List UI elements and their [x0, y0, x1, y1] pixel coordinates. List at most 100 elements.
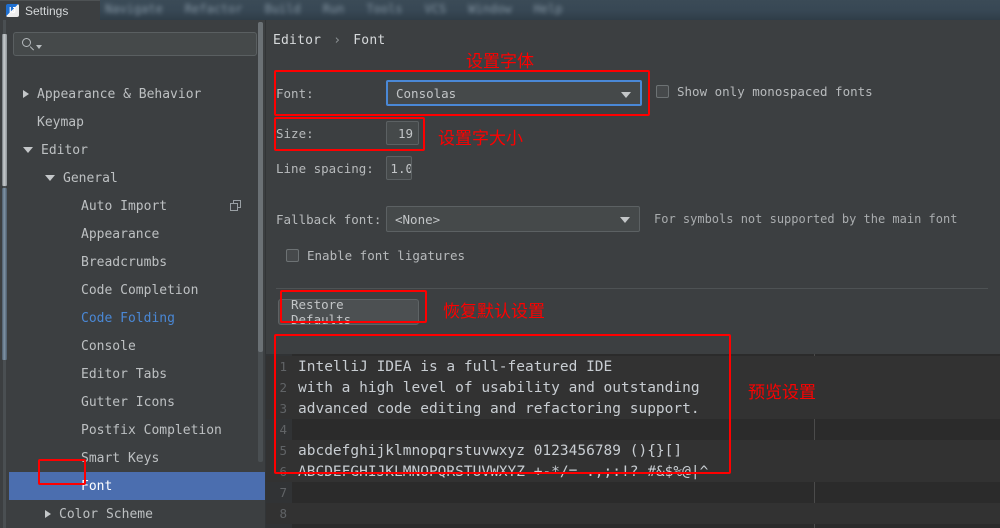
font-settings-panel: Editor › Font Font: Consolas Show only m…	[266, 20, 1000, 528]
sidebar-item-label: Console	[81, 338, 136, 354]
search-box[interactable]	[13, 32, 257, 56]
preview-line: 3 advanced code editing and refactoring s…	[266, 398, 1000, 419]
chevron-right-icon[interactable]	[23, 90, 29, 98]
line-spacing-row: Line spacing: 1.0	[276, 156, 412, 180]
preview-line-text: abcdefghijklmnopqrstuvwxyz 0123456789 ()…	[298, 442, 683, 459]
scroll-thumb-upper[interactable]	[2, 34, 7, 186]
preview-line-text: with a high level of usability and outst…	[298, 379, 700, 396]
chevron-right-icon[interactable]	[45, 510, 51, 518]
settings-sidebar: Appearance & Behavior Keymap Editor General…	[9, 20, 265, 528]
show-only-monospaced-fonts-checkbox[interactable]	[656, 85, 669, 98]
search-icon	[22, 37, 35, 51]
preview-line-text: ABCDEFGHIJKLMNOPQRSTUVWXYZ +-*/= .,;:!? …	[298, 463, 709, 480]
enable-font-ligatures-checkbox[interactable]	[286, 249, 299, 262]
sidebar-item-label: Appearance & Behavior	[37, 86, 202, 102]
sidebar-item-code-folding[interactable]: Code Folding	[9, 304, 265, 332]
sidebar-item-editor[interactable]: Editor	[9, 136, 265, 164]
sidebar-item-label: General	[63, 170, 118, 186]
preview-line: 2 with a high level of usability and outs…	[266, 377, 1000, 398]
ligatures-checkbox-row[interactable]: Enable font ligatures	[286, 248, 465, 263]
sidebar-item-label: Font	[81, 478, 113, 494]
annotation-label-preview: 预览设置	[748, 383, 816, 403]
sidebar-item-color-scheme[interactable]: Color Scheme	[9, 500, 265, 528]
sidebar-item-keymap[interactable]: Keymap	[9, 108, 265, 136]
sidebar-item-breadcrumbs[interactable]: Breadcrumbs	[9, 248, 265, 276]
restore-defaults-button[interactable]: Restore Defaults	[278, 297, 419, 327]
preview-line-number: 5	[279, 443, 287, 458]
chevron-down-icon[interactable]	[45, 175, 55, 181]
size-label: Size:	[276, 125, 314, 141]
search-input[interactable]	[42, 37, 256, 51]
sidebar-item-label: Auto Import	[81, 198, 168, 214]
scroll-thumb-lower[interactable]	[2, 188, 7, 360]
line-spacing-label: Line spacing:	[276, 160, 374, 176]
window-left-scroll-edge[interactable]	[0, 20, 9, 528]
size-input[interactable]: 19	[386, 121, 419, 145]
sidebar-item-label: Appearance	[81, 226, 160, 242]
sidebar-item-label: Color Scheme	[59, 506, 153, 522]
sidebar-item-label: Code Completion	[81, 282, 199, 298]
sidebar-item-label: Breadcrumbs	[81, 254, 168, 270]
sidebar-item-label: Code Folding	[81, 310, 175, 326]
sidebar-item-auto-import[interactable]: Auto Import	[9, 192, 265, 220]
sidebar-item-label: Editor	[41, 142, 88, 158]
preview-line-number: 8	[279, 506, 287, 521]
preview-line-number: 6	[279, 464, 287, 479]
font-combobox-value: Consolas	[396, 85, 457, 101]
preview-line: 7	[266, 482, 1000, 503]
breadcrumb-parent[interactable]: Editor	[273, 33, 321, 48]
line-spacing-input[interactable]: 1.0	[386, 156, 412, 180]
preview-line: 9	[266, 524, 1000, 528]
line-spacing-value: 1.0	[390, 160, 412, 176]
annotation-label-font: 设置字体	[466, 52, 534, 72]
breadcrumb: Editor › Font	[273, 33, 385, 48]
breadcrumb-current: Font	[353, 33, 386, 48]
preview-line: 6 ABCDEFGHIJKLMNOPQRSTUVWXYZ +-*/= .,;:!?…	[266, 461, 1000, 482]
enable-font-ligatures-label: Enable font ligatures	[307, 248, 466, 263]
font-preview-editor[interactable]: 1 IntelliJ IDEA is a full-featured IDE 2 wi…	[266, 354, 1000, 528]
sidebar-item-smart-keys[interactable]: Smart Keys	[9, 444, 265, 472]
size-row: Size: 19	[276, 121, 419, 145]
fallback-font-hint: For symbols not supported by the main fo…	[654, 212, 958, 226]
sidebar-item-gutter-icons[interactable]: Gutter Icons	[9, 388, 265, 416]
sidebar-item-appearance[interactable]: Appearance	[9, 220, 265, 248]
fallback-font-row: Fallback font: <None> For symbols not su…	[276, 206, 957, 232]
sidebar-item-postfix-completion[interactable]: Postfix Completion	[9, 416, 265, 444]
sidebar-item-appearance-behavior[interactable]: Appearance & Behavior	[9, 80, 265, 108]
sidebar-item-editor-tabs[interactable]: Editor Tabs	[9, 360, 265, 388]
preview-line: 8	[266, 503, 1000, 524]
section-divider	[276, 288, 988, 289]
font-row: Font: Consolas	[276, 80, 642, 106]
search-field-wrapper[interactable]	[13, 32, 257, 56]
preview-line-text: IntelliJ IDEA is a full-featured IDE	[298, 358, 613, 375]
show-only-monospaced-fonts-label: Show only monospaced fonts	[677, 84, 873, 99]
preview-line-text: advanced code editing and refactoring su…	[298, 400, 700, 417]
sidebar-item-code-completion[interactable]: Code Completion	[9, 276, 265, 304]
settings-title-bar: IJ Settings	[0, 0, 100, 20]
size-value: 19	[397, 125, 413, 141]
sidebar-item-general[interactable]: General	[9, 164, 265, 192]
sidebar-scrollbar-thumb[interactable]	[258, 22, 263, 352]
chevron-down-icon[interactable]	[621, 92, 631, 98]
breadcrumb-separator-icon: ›	[333, 33, 342, 48]
settings-window: IJ Settings Appearance & Behavior Keymap…	[0, 0, 1000, 528]
font-combobox[interactable]: Consolas	[386, 80, 642, 106]
fallback-font-label: Fallback font:	[276, 211, 382, 227]
sidebar-item-console[interactable]: Console	[9, 332, 265, 360]
preview-line-number: 2	[279, 380, 287, 395]
restore-defaults-label: Restore Defaults	[291, 297, 352, 327]
fallback-font-combobox[interactable]: <None>	[386, 206, 640, 232]
preview-line: 1 IntelliJ IDEA is a full-featured IDE	[266, 356, 1000, 377]
chevron-down-icon[interactable]	[23, 147, 33, 153]
sidebar-item-font[interactable]: Font	[9, 472, 265, 500]
sidebar-scrollbar[interactable]	[258, 22, 263, 462]
preview-line-number: 1	[279, 359, 287, 374]
window-title: Settings	[25, 3, 69, 18]
preview-line-number: 3	[279, 401, 287, 416]
preview-line-number: 7	[279, 485, 287, 500]
copy-icon[interactable]	[230, 200, 241, 211]
annotation-label-restore: 恢复默认设置	[443, 302, 545, 322]
monospaced-checkbox-row[interactable]: Show only monospaced fonts	[656, 84, 873, 99]
chevron-down-icon[interactable]	[620, 217, 630, 223]
preview-line-number: 4	[279, 422, 287, 437]
